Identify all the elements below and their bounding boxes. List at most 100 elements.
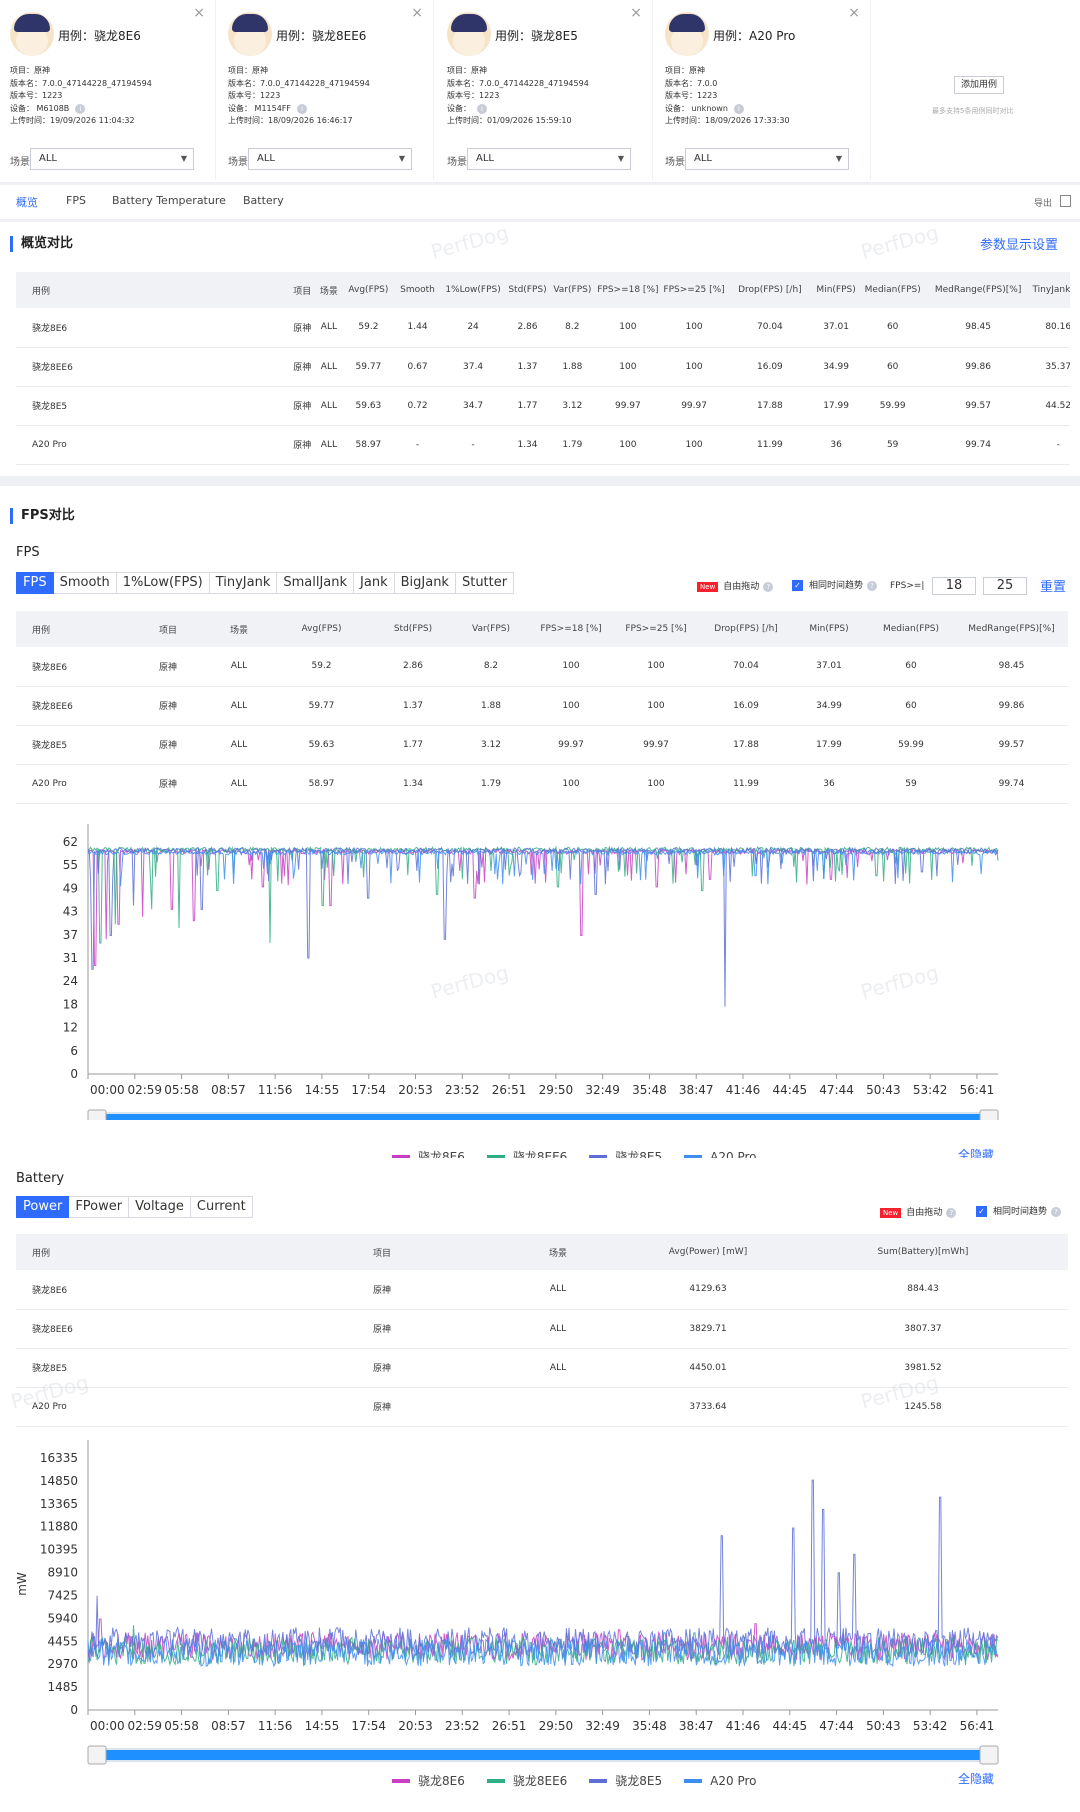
zoom-slider-left-handle[interactable] xyxy=(87,1109,107,1120)
add-case-button[interactable]: 添加用例 xyxy=(954,76,1004,94)
metric-tab[interactable]: TinyJank xyxy=(209,572,278,594)
table-row[interactable]: 骁龙8E6 原神 ALL 59.2 2.86 8.2 100 100 70.04 37.01 60 9… xyxy=(16,647,1068,687)
case-meta-line: 版本名：7.0.0_47144228_47194594 xyxy=(228,78,370,89)
column-header[interactable]: Smooth xyxy=(394,272,442,308)
legend-item[interactable]: 骁龙8E6 xyxy=(392,1772,465,1789)
info-icon[interactable]: i xyxy=(477,103,487,114)
metric-tab[interactable]: BigJank xyxy=(394,572,456,594)
column-header[interactable]: 项目 xyxy=(126,611,210,647)
table-row[interactable]: 骁龙8E6 原神 ALL 59.2 1.44 24 2.86 8.2 100 100 70.04 37… xyxy=(16,308,1070,348)
metric-tab[interactable]: FPower xyxy=(69,1196,130,1218)
table-row[interactable]: A20 Pro 原神 ALL 58.97- -1.34 1.79 100 100 11.99 36… xyxy=(16,425,1070,465)
scene-select[interactable]: ALL ▼ xyxy=(30,148,194,170)
column-header[interactable]: Sum(Battery)[mWh] xyxy=(778,1234,1068,1270)
x-tick-label: 41:46 xyxy=(726,1719,761,1733)
table-row[interactable]: 骁龙8EE6 原神 ALL 3829.71 3807.37 xyxy=(16,1309,1068,1349)
scene-select[interactable]: ALL ▼ xyxy=(467,148,631,170)
column-header[interactable]: Median(FPS) xyxy=(867,611,955,647)
table-row[interactable]: 骁龙8EE6 原神 ALL 59.77 1.37 1.88 100 100 16.09 34.99… xyxy=(16,686,1068,726)
column-header[interactable]: Var(FPS) xyxy=(451,611,531,647)
table-row[interactable]: A20 Pro 原神 ALL 58.97 1.34 1.79 100 100 11.99 36 59… xyxy=(16,764,1068,804)
info-icon[interactable]: i xyxy=(297,103,308,114)
fps-free-drag-option[interactable]: New 自由拖动? xyxy=(697,579,774,592)
metric-tab[interactable]: Stutter xyxy=(455,572,515,594)
column-header[interactable]: Median(FPS) xyxy=(859,272,926,308)
column-header[interactable]: Avg(FPS) xyxy=(342,272,395,308)
column-header[interactable]: 场景 xyxy=(210,611,268,647)
zoom-slider-right-handle[interactable] xyxy=(979,1745,999,1765)
info-icon[interactable]: i xyxy=(733,103,744,114)
column-header[interactable]: 场景 xyxy=(478,1234,638,1270)
battery-same-time-option[interactable]: ✓ 相同时间趋势? xyxy=(976,1204,1062,1217)
info-icon[interactable]: i xyxy=(75,103,86,114)
close-icon[interactable]: × xyxy=(848,5,860,21)
metric-tab[interactable]: Jank xyxy=(354,572,395,594)
fps-same-time-option[interactable]: ✓ 相同时间趋势? xyxy=(792,578,878,591)
scene-select[interactable]: ALL ▼ xyxy=(248,148,412,170)
column-header[interactable]: MedRange(FPS)[%] xyxy=(925,272,1031,308)
battery-free-drag-option[interactable]: New 自由拖动? xyxy=(880,1205,957,1218)
table-cell: 99.97 xyxy=(594,386,661,426)
tab-fps[interactable]: FPS xyxy=(66,194,86,207)
column-header[interactable]: Drop(FPS) [/h] xyxy=(727,272,813,308)
export-icon[interactable] xyxy=(1060,195,1071,207)
metric-tab[interactable]: SmallJank xyxy=(277,572,355,594)
column-header[interactable]: Std(FPS) xyxy=(505,272,550,308)
power-chart[interactable]: 1633514850133651188010395891074255940445… xyxy=(0,1438,1080,1768)
column-header[interactable]: 用例 xyxy=(16,1234,286,1270)
column-header[interactable]: 用例 xyxy=(16,272,290,308)
scene-select[interactable]: ALL ▼ xyxy=(685,148,849,170)
column-header[interactable]: Drop(FPS) [/h] xyxy=(701,611,791,647)
close-icon[interactable]: × xyxy=(193,5,205,21)
column-header[interactable]: 场景 xyxy=(315,272,343,308)
column-header[interactable]: Var(FPS) xyxy=(549,272,595,308)
close-icon[interactable]: × xyxy=(630,5,642,21)
column-header[interactable]: FPS>=25 [%] xyxy=(660,272,728,308)
tab-battery[interactable]: Battery xyxy=(243,194,284,207)
battery-hide-all-link[interactable]: 全隐藏 xyxy=(958,1770,994,1787)
table-row[interactable]: 骁龙8EE6 原神 ALL 59.77 0.67 37.4 1.37 1.88 100 100 16… xyxy=(16,347,1070,387)
export-button[interactable]: 导出 xyxy=(1034,196,1052,209)
zoom-slider-left-handle[interactable] xyxy=(87,1745,107,1765)
table-row[interactable]: 骁龙8E6 原神 ALL 4129.63 884.43 xyxy=(16,1270,1068,1310)
metric-tab[interactable]: FPS xyxy=(16,572,54,594)
column-header[interactable]: FPS>=18 [%] xyxy=(531,611,611,647)
table-row[interactable]: 骁龙8E5 原神 ALL 59.63 0.72 34.7 1.77 3.12 99.97 99.9… xyxy=(16,386,1070,426)
metric-tab[interactable]: Voltage xyxy=(129,1196,191,1218)
column-header[interactable]: FPS>=18 [%] xyxy=(594,272,661,308)
column-header[interactable]: TinyJank (/10min) xyxy=(1030,272,1070,308)
checkbox-checked-icon[interactable]: ✓ xyxy=(976,1206,987,1217)
close-icon[interactable]: × xyxy=(411,5,423,21)
column-header[interactable]: 项目 xyxy=(289,272,316,308)
table-cell: 100 xyxy=(660,425,728,465)
tab-battery-temperature[interactable]: Battery Temperature xyxy=(112,194,226,207)
fps-threshold-input-1[interactable]: 18 xyxy=(932,577,976,595)
scene-label: 场景 xyxy=(228,157,248,168)
legend-item[interactable]: 骁龙8E5 xyxy=(589,1772,662,1789)
column-header[interactable]: Std(FPS) xyxy=(375,611,451,647)
table-cell: 3.12 xyxy=(549,386,595,426)
column-header[interactable]: MedRange(FPS)[%] xyxy=(955,611,1068,647)
column-header[interactable]: Min(FPS) xyxy=(791,611,867,647)
metric-tab[interactable]: Current xyxy=(190,1196,253,1218)
param-settings-link[interactable]: 参数显示设置 xyxy=(980,234,1058,253)
column-header[interactable]: Avg(FPS) xyxy=(268,611,375,647)
column-header[interactable]: 项目 xyxy=(286,1234,478,1270)
legend-item[interactable]: 骁龙8EE6 xyxy=(486,1772,567,1789)
metric-tab[interactable]: 1%Low(FPS) xyxy=(116,572,210,594)
metric-tab[interactable]: Smooth xyxy=(53,572,117,594)
column-header[interactable]: 用例 xyxy=(16,611,126,647)
tab-overview[interactable]: 概览 xyxy=(16,194,38,210)
checkbox-checked-icon[interactable]: ✓ xyxy=(792,580,803,591)
legend-item[interactable]: A20 Pro xyxy=(684,1772,757,1789)
fps-threshold-input-2[interactable]: 25 xyxy=(983,577,1027,595)
zoom-slider-right-handle[interactable] xyxy=(979,1109,999,1120)
fps-reset-link[interactable]: 重置 xyxy=(1040,576,1066,595)
table-row[interactable]: 骁龙8E5 原神 ALL 59.63 1.77 3.12 99.97 99.97 17.88 17… xyxy=(16,725,1068,765)
column-header[interactable]: 1%Low(FPS) xyxy=(441,272,506,308)
metric-tab[interactable]: Power xyxy=(16,1196,70,1218)
column-header[interactable]: Min(FPS) xyxy=(812,272,860,308)
column-header[interactable]: Avg(Power) [mW] xyxy=(638,1234,778,1270)
column-header[interactable]: FPS>=25 [%] xyxy=(611,611,701,647)
overview-table-wrap[interactable]: 用例 项目 场景 Avg(FPS) Smooth 1%Low(FPS) Std(FPS) Va… xyxy=(0,272,1070,472)
